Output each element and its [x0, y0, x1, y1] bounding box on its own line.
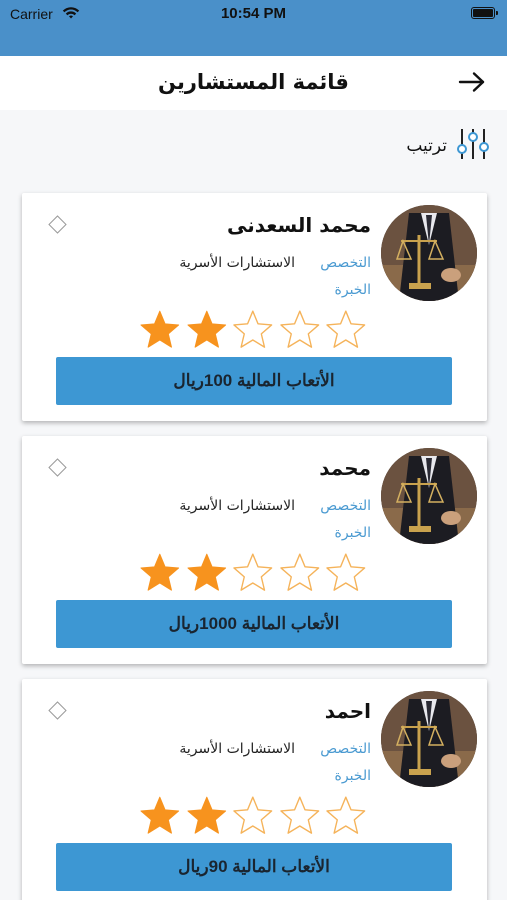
- avatar: [381, 691, 477, 787]
- fee-button[interactable]: الأتعاب المالية 100ريال: [56, 357, 452, 405]
- navigation-bar: قائمة المستشارين: [0, 56, 507, 110]
- specialty-value: الاستشارات الأسرية: [179, 741, 295, 757]
- clock: 10:54 PM: [220, 5, 287, 22]
- star-empty-icon: [326, 796, 366, 834]
- fee-button[interactable]: الأتعاب المالية 90ريال: [56, 843, 452, 891]
- status-bar: Carrier 10:54 PM: [0, 0, 507, 56]
- sliders-icon: [457, 127, 489, 165]
- specialty-label: التخصص: [320, 741, 371, 757]
- star-empty-icon: [280, 553, 320, 591]
- consultant-name: احمد: [324, 699, 371, 723]
- sort-label: ترتيب: [406, 136, 447, 156]
- consultant-name: محمد السعدنى: [226, 213, 371, 237]
- star-filled-icon: [140, 553, 180, 591]
- experience-label: الخبرة: [334, 768, 371, 784]
- star-empty-icon: [280, 796, 320, 834]
- arrow-right-icon[interactable]: [457, 70, 487, 94]
- star-filled-icon: [140, 310, 180, 348]
- rating-stars: [138, 794, 368, 838]
- star-empty-icon: [326, 310, 366, 348]
- experience-label: الخبرة: [334, 282, 371, 298]
- rating-stars: [138, 551, 368, 595]
- sort-control[interactable]: ترتيب: [406, 126, 489, 166]
- star-filled-icon: [187, 310, 226, 348]
- star-filled-icon: [187, 796, 226, 834]
- battery-icon: [471, 7, 498, 19]
- experience-label: الخبرة: [334, 525, 371, 541]
- avatar: [381, 448, 477, 544]
- consultant-card[interactable]: احمد التخصص الاستشارات الأسرية الخبرة ال…: [22, 679, 487, 900]
- star-empty-icon: [233, 796, 273, 834]
- consultant-card[interactable]: محمد التخصص الاستشارات الأسرية الخبرة ال…: [22, 436, 487, 664]
- specialty-value: الاستشارات الأسرية: [179, 498, 295, 514]
- page-title: قائمة المستشارين: [158, 70, 349, 94]
- star-filled-icon: [187, 553, 226, 591]
- consultant-card[interactable]: محمد السعدنى التخصص الاستشارات الأسرية ا…: [22, 193, 487, 421]
- consultant-name: محمد: [319, 456, 371, 480]
- star-empty-icon: [233, 553, 273, 591]
- star-empty-icon: [326, 553, 366, 591]
- star-filled-icon: [140, 796, 180, 834]
- specialty-value: الاستشارات الأسرية: [179, 255, 295, 271]
- select-diamond-icon[interactable]: [48, 458, 67, 477]
- star-empty-icon: [233, 310, 273, 348]
- select-diamond-icon[interactable]: [48, 701, 67, 720]
- avatar: [381, 205, 477, 301]
- star-empty-icon: [280, 310, 320, 348]
- specialty-label: التخصص: [320, 498, 371, 514]
- rating-stars: [138, 308, 368, 352]
- fee-button[interactable]: الأتعاب المالية 1000ريال: [56, 600, 452, 648]
- specialty-label: التخصص: [320, 255, 371, 271]
- select-diamond-icon[interactable]: [48, 215, 67, 234]
